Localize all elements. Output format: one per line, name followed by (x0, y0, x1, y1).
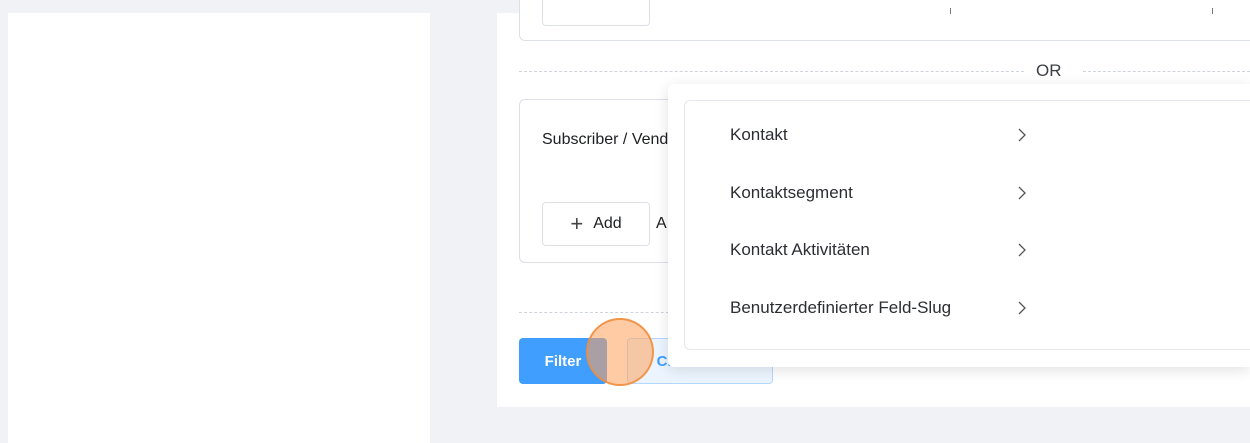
partial-label: A (656, 215, 667, 232)
divider-tick (1212, 8, 1213, 14)
plus-icon: + (570, 211, 584, 236)
chevron-right-icon (1015, 299, 1029, 317)
group-label: Subscriber / Vendor (542, 131, 670, 148)
chevron-right-icon (1015, 241, 1029, 259)
add-label: Add (593, 215, 622, 232)
or-separator: OR (1036, 61, 1062, 80)
menu-item-label: Kontakt Aktivitäten (730, 240, 870, 259)
bottom-divider (519, 312, 679, 313)
chevron-right-icon (1015, 184, 1029, 202)
menu-item-label: Kontakt (730, 125, 788, 144)
or-divider-right (1083, 71, 1250, 72)
or-divider-left (519, 71, 1024, 72)
menu-item-label: Kontaktsegment (730, 183, 853, 202)
menu-item-kontakt[interactable]: Kontakt (730, 120, 1050, 150)
menu-item-kontakt-aktivitaeten[interactable]: Kontakt Aktivitäten (730, 235, 1050, 265)
menu-item-label: Benutzerdefinierter Feld-Slug (730, 298, 952, 317)
left-panel (8, 13, 430, 443)
click-indicator (586, 318, 654, 386)
divider-tick (950, 8, 951, 14)
menu-item-custom-field-slug[interactable]: Benutzerdefinierter Feld-Slug (730, 293, 1050, 323)
add-condition-button[interactable]: + Add (542, 202, 650, 246)
chevron-right-icon (1015, 126, 1029, 144)
previous-add-button[interactable] (542, 0, 650, 26)
menu-item-kontaktsegment[interactable]: Kontaktsegment (730, 178, 1050, 208)
